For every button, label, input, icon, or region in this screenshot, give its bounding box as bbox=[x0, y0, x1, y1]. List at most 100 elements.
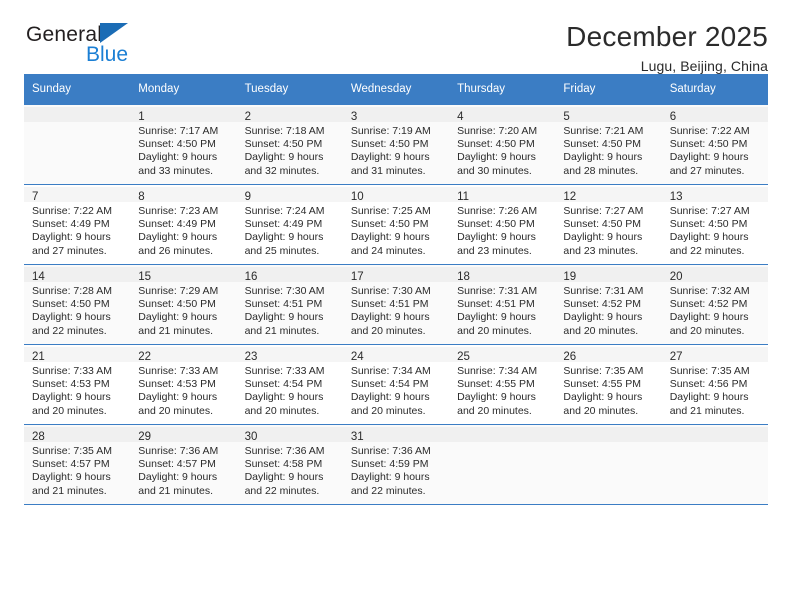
calendar-day-cell[interactable]: 30 Sunrise: 7:36 AM Sunset: 4:58 PM Dayligh… bbox=[236, 424, 343, 504]
calendar-day-cell[interactable]: 26 Sunrise: 7:35 AM Sunset: 4:55 PM Dayligh… bbox=[555, 344, 662, 424]
calendar-day-cell[interactable]: 11 Sunrise: 7:26 AM Sunset: 4:50 PM Dayligh… bbox=[449, 184, 556, 264]
calendar-day-cell[interactable]: 7 Sunrise: 7:22 AM Sunset: 4:49 PM Daylight… bbox=[24, 184, 131, 264]
day-info: Sunrise: 7:36 AM Sunset: 4:59 PM Daylight:… bbox=[351, 442, 444, 498]
sunset-text: Sunset: 4:50 PM bbox=[350, 138, 429, 151]
day-number: 31 bbox=[350, 431, 364, 443]
day-number: 28 bbox=[32, 431, 45, 443]
day-cell-inner: 10 Sunrise: 7:25 AM Sunset: 4:50 PM Dayligh… bbox=[342, 184, 450, 264]
day-cell-inner: 18 Sunrise: 7:31 AM Sunset: 4:51 PM Dayligh… bbox=[449, 264, 556, 344]
brand-name-blue: Blue bbox=[86, 43, 129, 66]
sunset-text: Sunset: 4:59 PM bbox=[350, 458, 429, 471]
calendar-day-cell[interactable]: 27 Sunrise: 7:35 AM Sunset: 4:56 PM Dayligh… bbox=[661, 344, 768, 424]
calendar-day-cell[interactable]: 6 Sunrise: 7:22 AM Sunset: 4:50 PM Daylight… bbox=[661, 104, 768, 184]
calendar-page: General Blue December 2025 Lugu, Beijing… bbox=[0, 0, 792, 612]
day-number-bar: 14 bbox=[24, 267, 131, 283]
sunset-text: Sunset: 4:51 PM bbox=[244, 298, 323, 311]
brand-logo[interactable]: General Blue bbox=[24, 22, 144, 70]
day-info: Sunrise: 7:26 AM Sunset: 4:50 PM Daylight:… bbox=[457, 202, 550, 258]
daylight-text-line1: Daylight: 9 hours bbox=[457, 151, 536, 164]
sunrise-text: Sunrise: 7:35 AM bbox=[563, 365, 644, 377]
calendar-day-cell[interactable]: 9 Sunrise: 7:24 AM Sunset: 4:49 PM Daylight… bbox=[236, 184, 343, 264]
daylight-text-line2: and 20 minutes. bbox=[32, 404, 107, 417]
sunset-text: Sunset: 4:51 PM bbox=[457, 298, 535, 311]
daylight-text-line1: Daylight: 9 hours bbox=[32, 311, 111, 324]
calendar-day-cell[interactable]: 20 Sunrise: 7:32 AM Sunset: 4:52 PM Dayligh… bbox=[661, 264, 768, 344]
calendar-cell-empty bbox=[555, 424, 662, 504]
day-info: Sunrise: 7:33 AM Sunset: 4:54 PM Daylight:… bbox=[245, 362, 338, 418]
sunset-text: Sunset: 4:50 PM bbox=[32, 298, 110, 311]
day-number-bar: 11 bbox=[449, 187, 556, 203]
calendar-day-cell[interactable]: 2 Sunrise: 7:18 AM Sunset: 4:50 PM Daylight… bbox=[236, 104, 343, 184]
sunrise-text: Sunrise: 7:27 AM bbox=[669, 205, 750, 217]
calendar-day-cell[interactable]: 3 Sunrise: 7:19 AM Sunset: 4:50 PM Daylight… bbox=[342, 104, 450, 184]
calendar-day-cell[interactable]: 23 Sunrise: 7:33 AM Sunset: 4:54 PM Dayligh… bbox=[236, 344, 343, 424]
calendar-day-cell[interactable]: 24 Sunrise: 7:34 AM Sunset: 4:54 PM Dayligh… bbox=[342, 344, 450, 424]
calendar-day-cell[interactable]: 13 Sunrise: 7:27 AM Sunset: 4:50 PM Dayligh… bbox=[661, 184, 768, 264]
calendar-day-cell[interactable]: 21 Sunrise: 7:33 AM Sunset: 4:53 PM Dayligh… bbox=[24, 344, 131, 424]
calendar-day-cell[interactable]: 22 Sunrise: 7:33 AM Sunset: 4:53 PM Dayligh… bbox=[130, 344, 237, 424]
daylight-text-line1: Daylight: 9 hours bbox=[32, 471, 111, 484]
calendar-day-cell[interactable]: 14 Sunrise: 7:28 AM Sunset: 4:50 PM Dayligh… bbox=[24, 264, 131, 344]
daylight-text-line2: and 27 minutes. bbox=[32, 244, 107, 257]
sunset-text: Sunset: 4:49 PM bbox=[138, 218, 216, 231]
calendar-day-cell[interactable]: 18 Sunrise: 7:31 AM Sunset: 4:51 PM Dayligh… bbox=[449, 264, 556, 344]
daylight-text-line1: Daylight: 9 hours bbox=[563, 151, 643, 164]
sunrise-text: Sunrise: 7:33 AM bbox=[32, 365, 112, 377]
daylight-text-line1: Daylight: 9 hours bbox=[244, 151, 324, 164]
day-number: 29 bbox=[138, 431, 152, 443]
calendar-day-cell[interactable]: 19 Sunrise: 7:31 AM Sunset: 4:52 PM Dayligh… bbox=[555, 264, 662, 344]
daylight-text-line1: Daylight: 9 hours bbox=[138, 151, 218, 164]
daylight-text-line1: Daylight: 9 hours bbox=[457, 231, 536, 244]
calendar-day-cell[interactable]: 17 Sunrise: 7:30 AM Sunset: 4:51 PM Dayligh… bbox=[342, 264, 450, 344]
calendar-day-cell[interactable]: 4 Sunrise: 7:20 AM Sunset: 4:50 PM Daylight… bbox=[449, 104, 556, 184]
calendar-day-cell[interactable]: 8 Sunrise: 7:23 AM Sunset: 4:49 PM Daylight… bbox=[130, 184, 237, 264]
calendar-day-cell[interactable]: 25 Sunrise: 7:34 AM Sunset: 4:55 PM Dayligh… bbox=[449, 344, 556, 424]
weekday-header-thursday: Thursday bbox=[449, 74, 556, 104]
sunrise-text: Sunrise: 7:22 AM bbox=[669, 125, 750, 137]
calendar-week-row: 1 Sunrise: 7:17 AM Sunset: 4:50 PM Daylight… bbox=[24, 104, 768, 184]
day-cell-inner: 26 Sunrise: 7:35 AM Sunset: 4:55 PM Dayligh… bbox=[555, 344, 662, 424]
sunrise-text: Sunrise: 7:35 AM bbox=[32, 445, 112, 457]
sunset-text: Sunset: 4:50 PM bbox=[563, 138, 642, 151]
daylight-text-line2: and 20 minutes. bbox=[563, 404, 639, 417]
sunrise-text: Sunrise: 7:35 AM bbox=[669, 365, 750, 377]
calendar-day-cell[interactable]: 15 Sunrise: 7:29 AM Sunset: 4:50 PM Dayligh… bbox=[130, 264, 237, 344]
day-number: 5 bbox=[563, 111, 570, 123]
day-number-bar: 10 bbox=[342, 187, 450, 203]
daylight-text-line2: and 21 minutes. bbox=[138, 484, 213, 497]
day-cell-inner bbox=[661, 424, 768, 504]
sunset-text: Sunset: 4:52 PM bbox=[669, 298, 748, 311]
day-number-bar: 21 bbox=[24, 347, 131, 363]
calendar-day-cell[interactable]: 1 Sunrise: 7:17 AM Sunset: 4:50 PM Daylight… bbox=[130, 104, 237, 184]
sunrise-text: Sunrise: 7:36 AM bbox=[244, 445, 325, 457]
weekday-header-friday: Friday bbox=[555, 74, 662, 104]
day-info: Sunrise: 7:31 AM Sunset: 4:52 PM Daylight:… bbox=[563, 282, 656, 338]
sunrise-text: Sunrise: 7:27 AM bbox=[563, 205, 644, 217]
day-number-bar: 15 bbox=[130, 267, 237, 283]
daylight-text-line2: and 31 minutes. bbox=[350, 164, 426, 177]
calendar-day-cell[interactable]: 10 Sunrise: 7:25 AM Sunset: 4:50 PM Dayligh… bbox=[342, 184, 450, 264]
day-number: 4 bbox=[457, 111, 464, 123]
daylight-text-line1: Daylight: 9 hours bbox=[669, 311, 749, 324]
daylight-text-line2: and 24 minutes. bbox=[350, 244, 426, 257]
calendar-day-cell[interactable]: 29 Sunrise: 7:36 AM Sunset: 4:57 PM Dayligh… bbox=[130, 424, 237, 504]
calendar-day-cell[interactable]: 12 Sunrise: 7:27 AM Sunset: 4:50 PM Dayligh… bbox=[555, 184, 662, 264]
day-number-bar: 7 bbox=[24, 187, 131, 203]
calendar-table: Sunday Monday Tuesday Wednesday Thursday… bbox=[24, 74, 768, 504]
sunset-text: Sunset: 4:52 PM bbox=[563, 298, 642, 311]
sunrise-text: Sunrise: 7:29 AM bbox=[138, 285, 219, 297]
day-number-bar: 22 bbox=[130, 347, 237, 363]
day-info: Sunrise: 7:23 AM Sunset: 4:49 PM Daylight:… bbox=[138, 202, 231, 258]
calendar-day-cell[interactable]: 31 Sunrise: 7:36 AM Sunset: 4:59 PM Dayligh… bbox=[342, 424, 450, 504]
calendar-day-cell[interactable]: 16 Sunrise: 7:30 AM Sunset: 4:51 PM Dayligh… bbox=[236, 264, 343, 344]
day-number: 20 bbox=[669, 271, 683, 283]
calendar-day-cell[interactable]: 28 Sunrise: 7:35 AM Sunset: 4:57 PM Dayligh… bbox=[24, 424, 131, 504]
sunset-text: Sunset: 4:50 PM bbox=[138, 298, 216, 311]
calendar-day-cell[interactable]: 5 Sunrise: 7:21 AM Sunset: 4:50 PM Daylight… bbox=[555, 104, 662, 184]
day-cell-inner: 2 Sunrise: 7:18 AM Sunset: 4:50 PM Daylight… bbox=[236, 104, 343, 184]
day-cell-inner: 21 Sunrise: 7:33 AM Sunset: 4:53 PM Dayligh… bbox=[24, 344, 131, 424]
daylight-text-line2: and 30 minutes. bbox=[457, 164, 532, 177]
sunset-text: Sunset: 4:50 PM bbox=[563, 218, 642, 231]
calendar-week-row: 7 Sunrise: 7:22 AM Sunset: 4:49 PM Daylight… bbox=[24, 184, 768, 264]
day-number-bar: 8 bbox=[130, 187, 237, 203]
